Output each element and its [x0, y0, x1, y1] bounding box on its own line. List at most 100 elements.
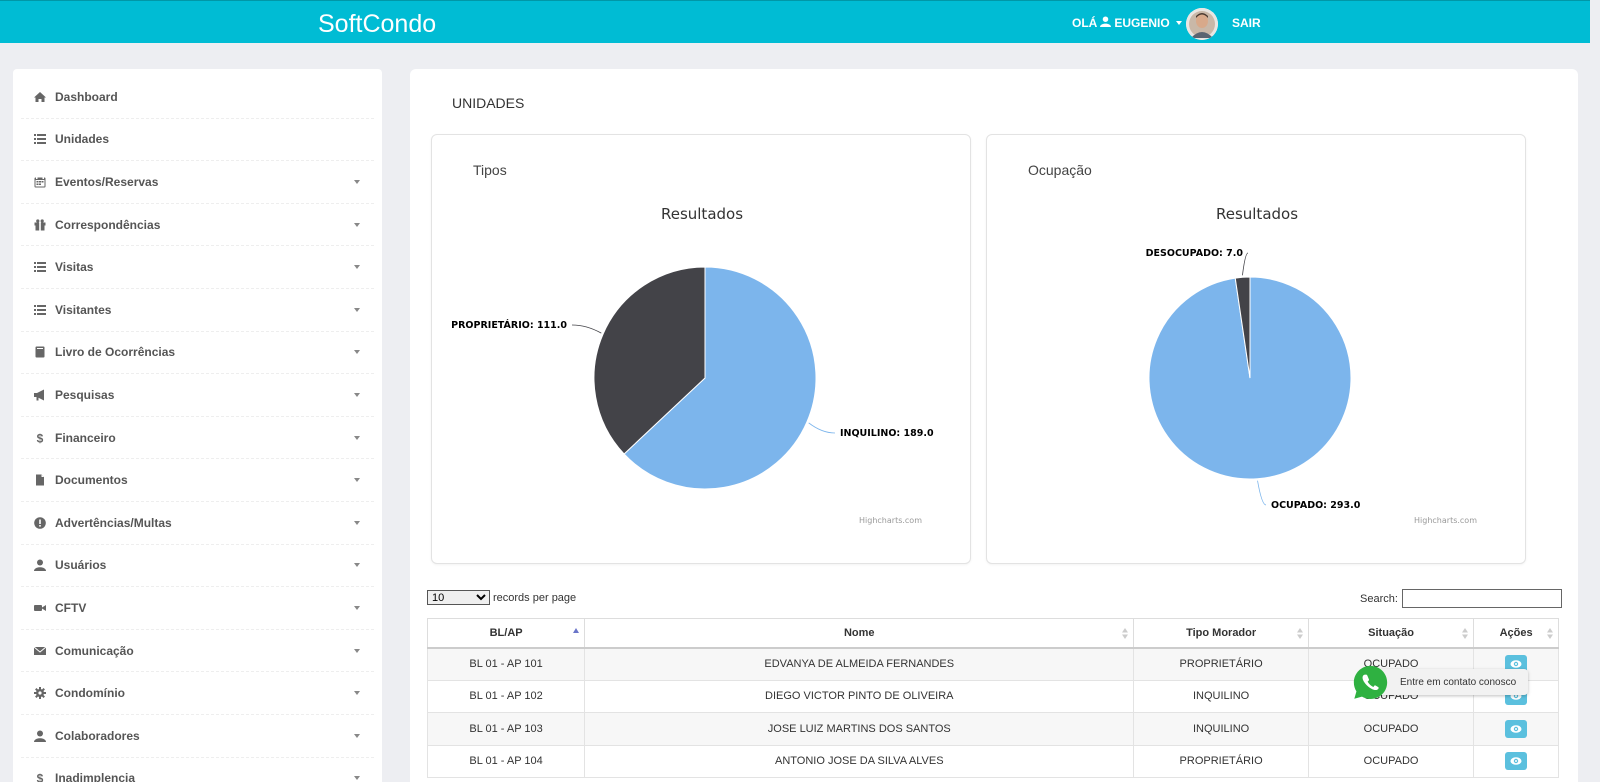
chart-credits[interactable]: Highcharts.com [859, 516, 922, 525]
sidebar-item-condominio[interactable]: Condomínio [21, 672, 374, 715]
sidebar-item-cftv[interactable]: CFTV [21, 587, 374, 630]
sidebar-item-documentos[interactable]: Documentos [21, 459, 374, 502]
sidebar-item-visitas[interactable]: Visitas [21, 246, 374, 289]
view-button[interactable] [1505, 719, 1528, 738]
sidebar-item-unidades[interactable]: Unidades [21, 119, 374, 162]
sidebar-item-label: Usuários [55, 558, 107, 573]
chart-card-tipos: Tipos Resultados INQUILINO: 189.0 PROPRIET… [431, 134, 971, 564]
pie-data-label: DESOCUPADO: 7.0 [1146, 248, 1244, 259]
sidebar-item-dashboard[interactable]: Dashboard [21, 76, 374, 119]
units-table: BL/AP Nome Tipo Morador Situação Ações BL 01… [426, 618, 1559, 778]
sort-asc-icon [573, 628, 580, 633]
table-cell: BL 01 - AP 103 [426, 712, 586, 746]
sidebar-item-comunicacao[interactable]: Comunicação [21, 630, 374, 673]
sidebar-item-visitantes[interactable]: Visitantes [21, 289, 374, 332]
sidebar-item-inadimplencia[interactable]: $ Inadimplencia [21, 758, 374, 782]
sidebar-item-label: Pesquisas [55, 387, 115, 402]
top-navbar: SoftCondo OLÁ EUGENIO SAIR [0, 0, 1590, 43]
view-button[interactable] [1505, 752, 1528, 771]
eye-icon [1510, 757, 1522, 766]
table-row: BL 01 - AP 103 JOSE LUIZ MARTINS DOS SANT… [426, 712, 1559, 746]
sidebar-item-label: Visitas [55, 260, 94, 275]
sidebar-item-label: Unidades [55, 132, 110, 147]
sidebar-item-colaboradores[interactable]: Colaboradores [21, 715, 374, 758]
chart-title: Resultados [1216, 205, 1298, 223]
brand-logo[interactable]: SoftCondo [318, 10, 436, 39]
user-name: EUGENIO [1114, 16, 1170, 30]
sidebar-item-advertencias-multas[interactable]: Advertências/Multas [21, 502, 374, 545]
column-header-label: Ações [1499, 626, 1533, 639]
table-cell: BL 01 - AP 104 [426, 744, 586, 778]
data-label-connector [1257, 480, 1267, 506]
chart-card-ocupacao: Ocupação Resultados OCUPADO: 293.0 DESOCUP… [986, 134, 1526, 564]
column-header-label: Nome [843, 626, 875, 639]
dollar-icon: $ [33, 771, 47, 782]
sidebar: Dashboard Unidades Eventos/Reservas Corresp… [13, 69, 382, 782]
sidebar-item-usuarios[interactable]: Usuários [21, 545, 374, 588]
caret-down-icon [354, 265, 360, 270]
eye-icon [1510, 724, 1522, 733]
caret-down-icon [354, 307, 360, 312]
column-header[interactable]: Ações [1473, 618, 1559, 649]
table-cell: INQUILINO [1133, 712, 1309, 746]
whatsapp-icon[interactable] [1352, 664, 1389, 701]
sidebar-item-pesquisas[interactable]: Pesquisas [21, 374, 374, 417]
column-header[interactable]: Tipo Morador [1133, 618, 1309, 649]
book-icon [33, 345, 47, 359]
table-cell: PROPRIETÁRIO [1133, 744, 1309, 778]
sidebar-item-label: Eventos/Reservas [55, 174, 159, 189]
table-cell: DIEGO VICTOR PINTO DE OLIVEIRA [584, 679, 1135, 713]
column-header-label: Tipo Morador [1186, 626, 1257, 639]
whatsapp-tooltip[interactable]: Entre em contato conosco [1368, 669, 1528, 695]
search-input[interactable] [1401, 589, 1562, 608]
sidebar-item-label: Financeiro [55, 430, 116, 445]
avatar[interactable] [1186, 8, 1218, 40]
records-per-page-select[interactable]: 10 [427, 590, 490, 605]
table-search: Search: [1360, 589, 1562, 608]
column-header[interactable]: BL/AP [426, 618, 586, 649]
chart-title: Resultados [661, 205, 743, 223]
sidebar-item-eventos-reservas[interactable]: Eventos/Reservas [21, 161, 374, 204]
column-header[interactable]: Situação [1307, 618, 1475, 649]
caret-down-icon [354, 392, 360, 397]
dollar-icon: $ [33, 431, 47, 445]
user-menu[interactable]: OLÁ EUGENIO [1072, 16, 1182, 30]
table-cell: EDVANYA DE ALMEIDA FERNANDES [584, 647, 1135, 681]
table-cell: BL 01 - AP 102 [426, 679, 586, 713]
sort-both-icon [1296, 628, 1303, 639]
file-icon [33, 473, 47, 487]
sidebar-item-label: Correspondências [55, 217, 161, 232]
sidebar-item-label: Inadimplencia [55, 771, 136, 782]
camera-icon [33, 601, 47, 615]
table-cell: PROPRIETÁRIO [1133, 647, 1309, 681]
chart-credits[interactable]: Highcharts.com [1414, 516, 1477, 525]
eye-icon [1510, 660, 1522, 668]
sidebar-item-livro-de-ocorrencias[interactable]: Livro de Ocorrências [21, 332, 374, 375]
home-icon [33, 90, 47, 104]
exclamation-icon [33, 516, 47, 530]
caret-down-icon [354, 478, 360, 483]
list-icon [33, 260, 47, 274]
data-label-connector [808, 422, 836, 434]
user-icon [33, 729, 47, 743]
cog-icon [33, 686, 47, 700]
column-header-label: Situação [1368, 626, 1414, 639]
caret-down-icon [354, 733, 360, 738]
table-row: BL 01 - AP 104 ANTONIO JOSE DA SILVA ALVE… [426, 744, 1559, 778]
caret-down-icon [354, 691, 360, 696]
data-label-connector [571, 324, 602, 334]
greeting-text: OLÁ [1072, 16, 1098, 30]
column-header[interactable]: Nome [584, 618, 1135, 649]
sidebar-item-label: Colaboradores [55, 728, 140, 743]
caret-down-icon [354, 179, 360, 184]
records-per-page-control: 10 records per page [427, 590, 576, 605]
table-cell: BL 01 - AP 101 [426, 647, 586, 681]
records-per-page-label: records per page [493, 591, 577, 604]
sidebar-item-financeiro[interactable]: $ Financeiro [21, 417, 374, 460]
sidebar-item-correspondencias[interactable]: Correspondências [21, 204, 374, 247]
calendar-icon [33, 175, 47, 189]
actions-cell [1473, 744, 1559, 778]
table-cell: OCUPADO [1307, 744, 1475, 778]
page-title: UNIDADES [452, 95, 525, 111]
logout-link[interactable]: SAIR [1232, 16, 1261, 30]
